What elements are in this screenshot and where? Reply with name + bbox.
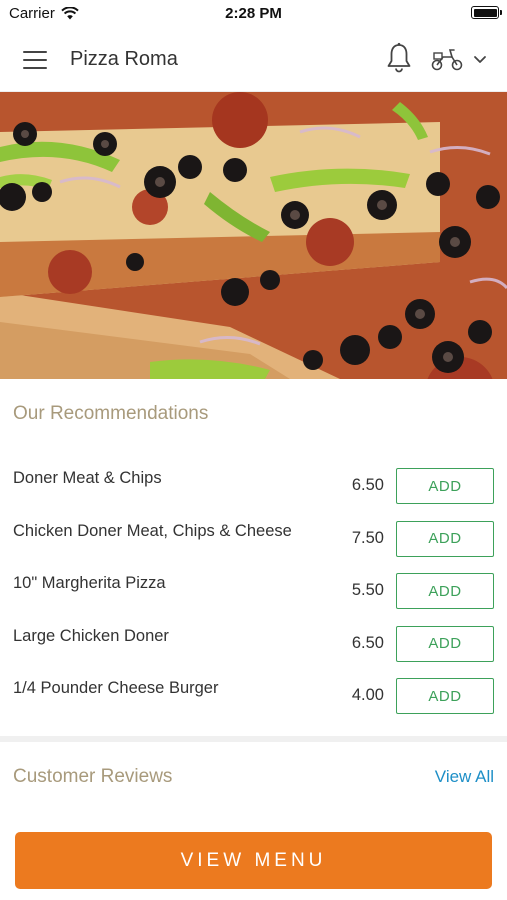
view-all-reviews-link[interactable]: View All: [435, 767, 494, 787]
item-name: 1/4 Pounder Cheese Burger: [13, 679, 219, 697]
item-price: 7.50: [351, 528, 384, 547]
recommendations-list: Doner Meat & Chips 6.50 ADD Chicken Done…: [0, 460, 507, 723]
reviews-title: Customer Reviews: [13, 766, 173, 787]
item-price: 6.50: [351, 476, 384, 494]
section-divider: [0, 736, 507, 742]
hero-pizza-image: [0, 92, 507, 379]
status-bar: Carrier 2:28 PM: [0, 0, 507, 26]
item-price: 4.00: [351, 686, 384, 704]
add-button[interactable]: ADD: [396, 520, 494, 557]
item-name: 10" Margherita Pizza: [13, 574, 166, 592]
app-bar: Pizza Roma: [0, 26, 507, 92]
item-price: 5.50: [351, 581, 384, 599]
list-item: 10" Margherita Pizza 5.50 ADD: [0, 565, 507, 618]
list-item: Large Chicken Doner 6.50 ADD: [0, 618, 507, 671]
list-item: Doner Meat & Chips 6.50 ADD: [0, 460, 507, 513]
clock: 2:28 PM: [225, 5, 282, 22]
list-item: 1/4 Pounder Cheese Burger 4.00 ADD: [0, 670, 507, 723]
delivery-scooter-icon[interactable]: [430, 46, 464, 72]
item-price: 6.50: [351, 633, 384, 652]
list-item: Chicken Doner Meat, Chips & Cheese 7.50 …: [0, 513, 507, 566]
add-button[interactable]: ADD: [396, 678, 494, 714]
recommendations-title: Our Recommendations: [13, 403, 209, 424]
item-name: Large Chicken Doner: [13, 626, 169, 645]
add-button[interactable]: ADD: [396, 573, 494, 609]
battery-icon: [471, 6, 502, 19]
bell-icon[interactable]: [385, 42, 413, 74]
restaurant-title: Pizza Roma: [70, 48, 178, 70]
menu-icon[interactable]: [23, 51, 47, 69]
chevron-down-icon[interactable]: [472, 52, 488, 66]
item-name: Chicken Doner Meat, Chips & Cheese: [13, 521, 292, 540]
view-menu-button[interactable]: VIEW MENU: [15, 832, 492, 889]
add-button[interactable]: ADD: [396, 468, 494, 504]
add-button[interactable]: ADD: [396, 625, 494, 662]
item-name: Doner Meat & Chips: [13, 469, 162, 487]
